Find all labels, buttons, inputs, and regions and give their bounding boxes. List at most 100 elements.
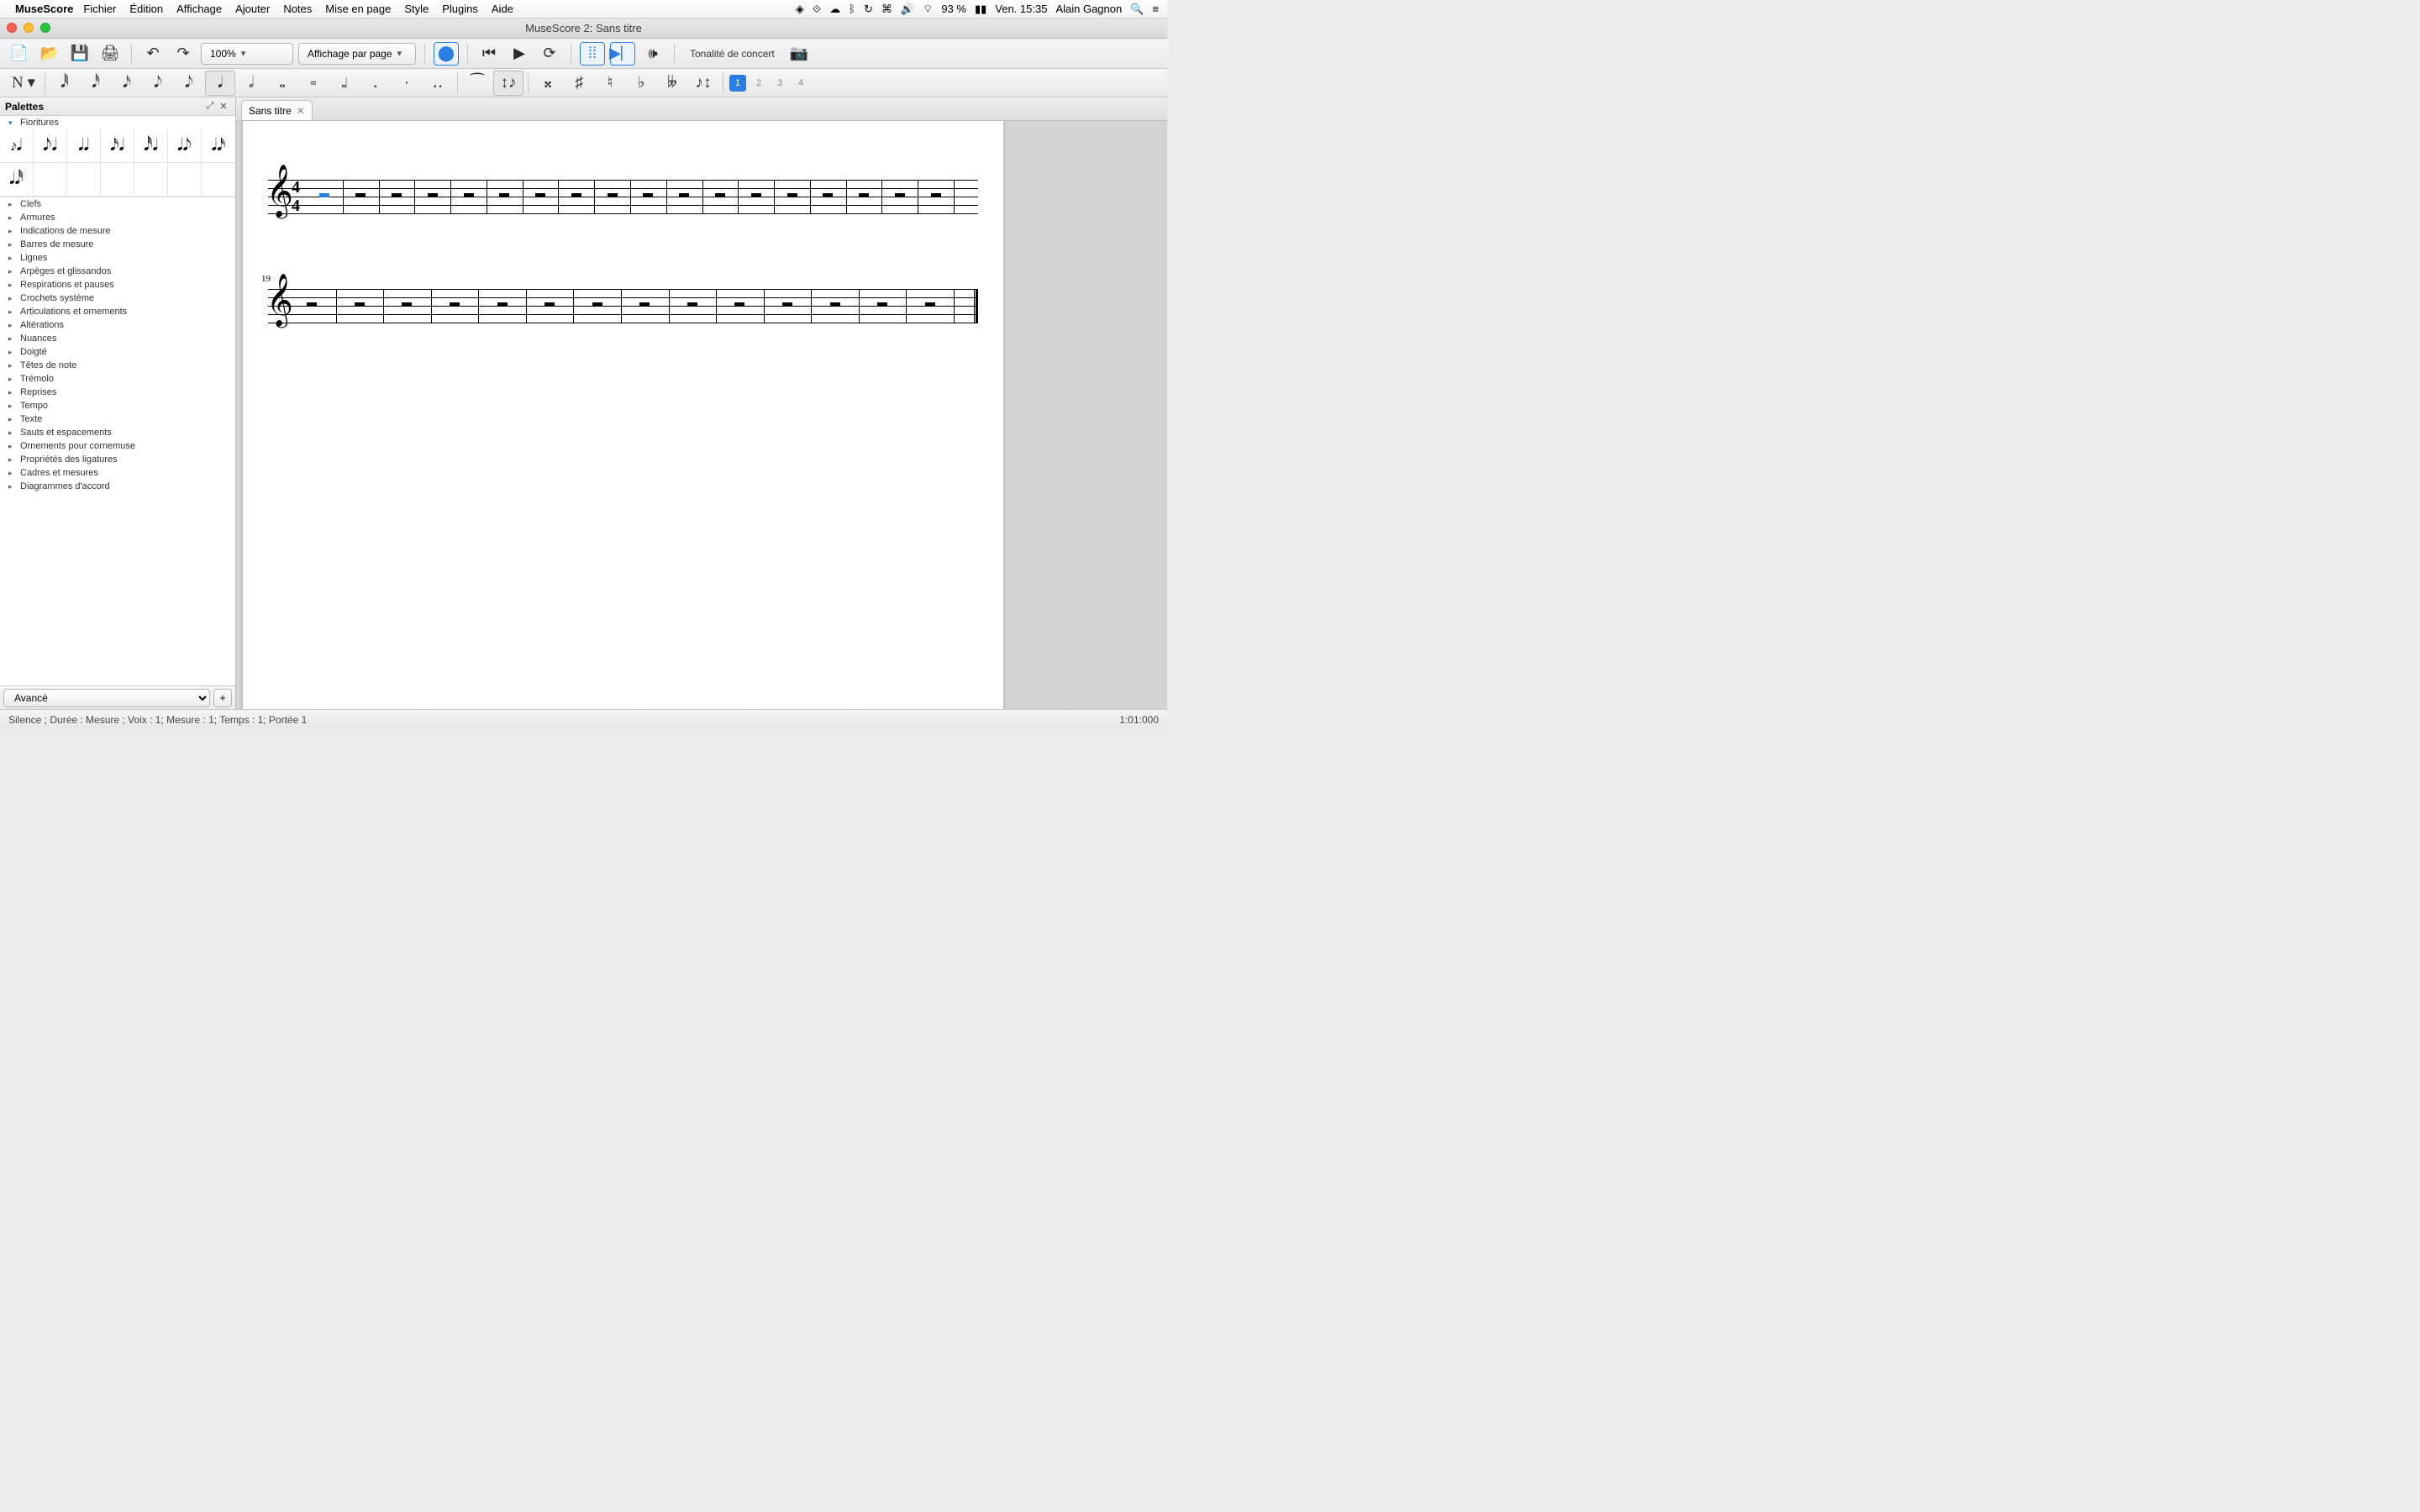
whole-rest[interactable] [497, 302, 508, 307]
volume-icon[interactable]: 🔊 [901, 3, 914, 16]
whole-rest[interactable] [355, 193, 366, 197]
palette-section[interactable]: ▸Texte [0, 412, 235, 426]
user-name[interactable]: Alain Gagnon [1055, 3, 1122, 15]
play-repeats-button[interactable]: ⁞⁞ [580, 42, 605, 66]
double-flat-button[interactable]: 𝄫 [657, 71, 687, 96]
palette-section[interactable]: ▸Têtes de note [0, 359, 235, 372]
whole-rest[interactable] [925, 302, 935, 307]
menu-plugins[interactable]: Plugins [442, 3, 478, 15]
flip-stem-button[interactable]: ↕♪ [493, 71, 523, 96]
palettes-close-button[interactable]: ✕ [217, 101, 230, 112]
palette-section[interactable]: ▸Lignes [0, 251, 235, 265]
palette-section[interactable]: ▸Sauts et espacements [0, 426, 235, 439]
whole-rest[interactable] [859, 193, 869, 197]
menu-style[interactable]: Style [404, 3, 429, 15]
whole-rest[interactable] [402, 302, 412, 307]
duration-quarter-button[interactable]: 𝅘𝅥 [205, 71, 235, 96]
wifi-icon[interactable]: ⌔ [923, 3, 933, 16]
whole-rest[interactable] [734, 302, 744, 307]
whole-rest[interactable] [544, 302, 555, 307]
menu-view[interactable]: Affichage [176, 3, 222, 15]
whole-rest[interactable] [450, 302, 460, 307]
palette-section[interactable]: ▸Reprises [0, 386, 235, 399]
whole-rest[interactable] [931, 193, 941, 197]
whole-rest[interactable] [428, 193, 438, 197]
duration-breve-button[interactable]: 𝆸 [298, 71, 329, 96]
grace-note-item[interactable]: 𝅘𝅥𝅘𝅥 [67, 129, 101, 163]
duration-64th-button[interactable]: 𝅘𝅥𝅱 [50, 71, 80, 96]
dot-button[interactable]: 𝅭. [360, 71, 391, 96]
voice-1-button[interactable]: 1 [729, 75, 746, 92]
print-button[interactable]: 🖨 [97, 42, 123, 66]
bluetooth-icon[interactable]: ᛒ [849, 3, 855, 15]
menu-add[interactable]: Ajouter [235, 3, 270, 15]
play-button[interactable]: ▶ [507, 42, 532, 66]
whole-rest[interactable] [877, 302, 887, 307]
view-mode-select[interactable]: Affichage par page ▾ [298, 43, 416, 65]
menu-help[interactable]: Aide [492, 3, 513, 15]
whole-rest[interactable] [895, 193, 905, 197]
flip-direction-button[interactable]: ♪↕ [688, 71, 718, 96]
palette-section[interactable]: ▸Doigté [0, 345, 235, 359]
whole-rest[interactable] [307, 302, 317, 307]
pan-score-button[interactable]: ▶⎸ [610, 42, 635, 66]
double-sharp-button[interactable]: 𝄪 [533, 71, 563, 96]
menu-edit[interactable]: Édition [129, 3, 163, 15]
palettes-undock-button[interactable]: ⤢ [203, 101, 217, 112]
document-tab[interactable]: Sans titre ✕ [241, 100, 313, 120]
palette-section[interactable]: ▸Crochets système [0, 291, 235, 305]
duration-32nd-button[interactable]: 𝅘𝅥𝅰 [81, 71, 111, 96]
rest-button[interactable]: ‥ [423, 71, 453, 96]
whole-rest[interactable] [823, 193, 833, 197]
palette-section[interactable]: ▸Trémolo [0, 372, 235, 386]
voice-3-button[interactable]: 3 [771, 75, 788, 92]
duration-half-button[interactable]: 𝅗𝅥 [236, 71, 266, 96]
whole-rest[interactable] [787, 193, 797, 197]
add-workspace-button[interactable]: + [213, 689, 232, 707]
window-zoom-button[interactable] [40, 23, 50, 33]
clock[interactable]: Ven. 15:35 [995, 3, 1047, 15]
whole-rest[interactable] [355, 302, 365, 307]
palette-section[interactable]: ▸Cadres et mesures [0, 466, 235, 480]
teamviewer-icon[interactable]: ⟐ [813, 3, 821, 16]
palette-section-fioritures[interactable]: ▾ Fioritures [0, 116, 235, 129]
whole-rest[interactable] [464, 193, 474, 197]
palette-section[interactable]: ▸Nuances [0, 332, 235, 345]
whole-rest[interactable] [830, 302, 840, 307]
palette-section[interactable]: ▸Armures [0, 211, 235, 224]
save-button[interactable]: 💾 [67, 42, 92, 66]
close-tab-button[interactable]: ✕ [297, 105, 305, 117]
note-input-mode-button[interactable]: N ▾ [7, 71, 40, 96]
whole-rest[interactable] [687, 302, 697, 307]
app-menu[interactable]: MuseScore [15, 3, 73, 15]
palette-section[interactable]: ▸Altérations [0, 318, 235, 332]
whole-rest[interactable] [639, 302, 650, 307]
whole-rest[interactable] [608, 193, 618, 197]
timemachine-icon[interactable]: ↻ [864, 3, 873, 16]
grace-note-item[interactable]: 𝅘𝅥𝅘𝅥𝅮 [168, 129, 202, 163]
shield-icon[interactable]: ◈ [796, 3, 804, 16]
menu-layout[interactable]: Mise en page [325, 3, 391, 15]
grace-note-item[interactable]: 𝅘𝅥𝅯𝅘𝅥 [101, 129, 134, 163]
midi-input-button[interactable]: ⬤ [434, 42, 459, 66]
spotlight-icon[interactable]: 🔍 [1130, 3, 1144, 16]
palette-section[interactable]: ▸Indications de mesure [0, 224, 235, 238]
screenshot-button[interactable]: 📷 [786, 42, 812, 66]
grace-note-item[interactable]: 𝆔𝅘𝅥 [0, 129, 34, 163]
duration-longa-button[interactable]: 𝆷 [329, 71, 360, 96]
rewind-button[interactable]: ⏮ [476, 42, 502, 66]
duration-16th-button[interactable]: 𝅘𝅥𝅯 [112, 71, 142, 96]
menu-file[interactable]: Fichier [83, 3, 116, 15]
concert-pitch-button[interactable]: Tonalité de concert [683, 48, 781, 60]
grace-note-item[interactable]: 𝅘𝅥𝅰𝅘𝅥 [134, 129, 168, 163]
double-dot-button[interactable]: · [392, 71, 422, 96]
whole-rest[interactable] [679, 193, 689, 197]
battery-icon[interactable]: ▮▮ [975, 3, 986, 16]
undo-button[interactable]: ↶ [140, 42, 166, 66]
whole-rest[interactable] [751, 193, 761, 197]
whole-rest[interactable] [592, 302, 602, 307]
duration-whole-button[interactable]: 𝅝 [267, 71, 297, 96]
whole-rest[interactable] [499, 193, 509, 197]
palette-section[interactable]: ▸Articulations et ornements [0, 305, 235, 318]
whole-rest[interactable] [392, 193, 402, 197]
